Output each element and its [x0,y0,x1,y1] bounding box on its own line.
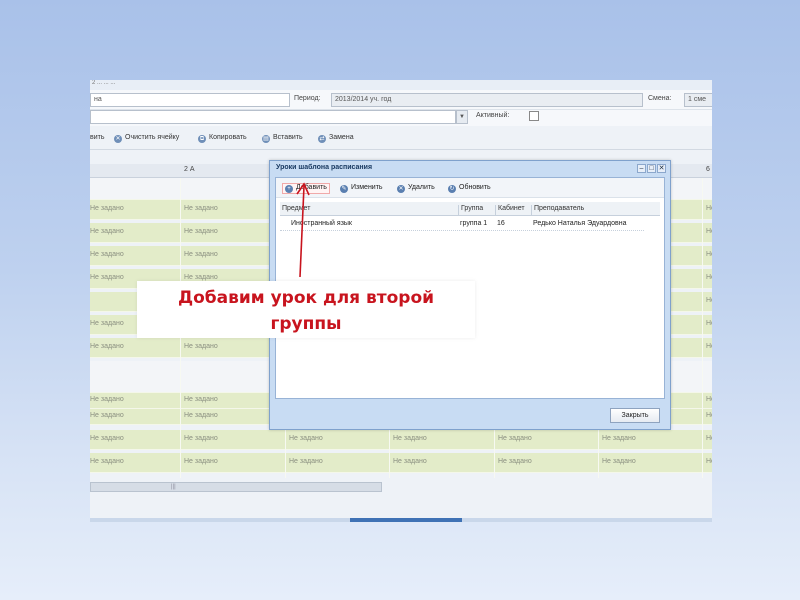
schedule-cell[interactable]: Не задано [90,228,124,235]
shift-label: Смена: [648,95,672,102]
schedule-cell[interactable]: Не [706,320,712,327]
window-caption-strip: 2 ... ... ... [90,80,712,90]
schedule-cell[interactable]: Не задано [184,205,218,212]
schedule-cell[interactable]: Не задано [90,205,124,212]
schedule-cell[interactable]: Не задано [184,251,218,258]
column-header-6[interactable]: 6 [706,166,710,173]
dialog-window-buttons: – □ ✕ [636,163,666,173]
schedule-cell[interactable]: Не задано [393,435,427,442]
schedule-cell[interactable]: Не задано [90,412,124,419]
schedule-cell[interactable]: Не задано [184,396,218,403]
bottom-tabs [90,518,712,522]
column-header-2a[interactable]: 2 А [184,166,195,173]
scroll-grip-icon: ||| [171,484,176,490]
table-row[interactable]: Иностранный язык группа 1 16 Редько Ната… [280,217,644,231]
dialog-delete-button[interactable]: ✕ Удалить [397,184,435,193]
replace-icon: ⇄ [318,135,326,143]
schedule-cell[interactable]: Не [706,396,712,403]
room-cell: 16 [497,220,505,227]
schedule-cell[interactable]: Не задано [90,320,124,327]
column-header-group[interactable]: Группа [458,205,495,216]
dialog-table-header: Предмет Группа Кабинет Преподаватель [280,202,660,216]
dialog-refresh-button[interactable]: ↻ Обновить [448,184,491,193]
period-label: Период: [294,95,321,102]
schedule-cell[interactable]: Не задано [602,458,636,465]
filter-row-2: ▼ Активный: [90,110,712,126]
maximize-icon[interactable]: □ [647,164,656,173]
minimize-icon[interactable]: – [637,164,646,173]
schedule-cell[interactable]: Не задано [184,435,218,442]
active-tab-indicator[interactable] [350,518,462,522]
schedule-cell[interactable]: Не [706,251,712,258]
schedule-cell[interactable]: Не задано [498,458,532,465]
horizontal-scrollbar[interactable]: ||| [90,482,382,492]
dialog-title: Уроки шаблона расписания [276,164,373,171]
schedule-cell[interactable]: Не задано [184,274,218,281]
callout-line-1: Добавим урок для второй [177,288,435,308]
dialog-toolbar: + Добавить ✎ Изменить ✕ Удалить ↻ Обновить [276,178,664,198]
paste-button[interactable]: ▤ Вставить [262,134,303,143]
window-caption: 2 ... ... ... [92,80,116,86]
refresh-icon: ↻ [448,185,456,193]
dialog-add-button[interactable]: + Добавить [282,183,330,194]
schedule-cell[interactable]: Не задано [90,251,124,258]
schedule-cell[interactable]: Не [706,297,712,304]
copy-button[interactable]: ⧉ Копировать [198,134,247,143]
schedule-cell[interactable]: Не задано [184,412,218,419]
table-row: Не задано Не задано Не задано Не задано … [90,453,712,473]
schedule-cell[interactable]: Не задано [90,274,124,281]
replace-button[interactable]: ⇄ Замена [318,134,354,143]
callout-line-2: группы [270,314,342,334]
schedule-cell[interactable]: Не [706,343,712,350]
teacher-cell: Редько Наталья Эдуардовна [533,220,627,227]
schedule-cell[interactable]: Не задано [498,435,532,442]
table-row: Не задано Не задано Не задано Не задано … [90,430,712,450]
close-icon[interactable]: ✕ [657,164,666,173]
schedule-cell[interactable]: Не задано [184,343,218,350]
schedule-cell[interactable]: Не задано [289,458,323,465]
close-button[interactable]: Закрыть [610,408,660,423]
schedule-cell[interactable]: Не задано [602,435,636,442]
copy-icon: ⧉ [198,135,206,143]
schedule-cell[interactable]: Не [706,274,712,281]
dialog-edit-button[interactable]: ✎ Изменить [340,184,383,193]
class-field[interactable] [90,110,456,124]
column-divider [702,178,703,478]
schedule-cell[interactable]: Не задано [184,458,218,465]
plus-icon: + [285,185,293,193]
subject-cell: Иностранный язык [291,220,352,227]
schedule-cell[interactable]: Не задано [90,343,124,350]
shift-field[interactable]: 1 сме [684,93,712,107]
delete-icon: ✕ [397,185,405,193]
name-field[interactable]: на [90,93,290,107]
group-cell: группа 1 [460,220,488,227]
schedule-cell[interactable]: Не [706,458,712,465]
schedule-cell[interactable]: Не [706,435,712,442]
chevron-down-icon[interactable]: ▼ [456,110,468,124]
schedule-cell[interactable]: Не задано [184,228,218,235]
pencil-icon: ✎ [340,185,348,193]
schedule-cell[interactable]: Не [706,205,712,212]
filter-row-1: на Период: 2013/2014 уч. год Смена: 1 см… [90,90,712,110]
schedule-cell[interactable]: Не задано [90,396,124,403]
add-button[interactable]: вить [90,134,104,141]
schedule-cell[interactable]: Не задано [90,435,124,442]
clear-cell-button[interactable]: ✕ Очистить ячейку [114,134,179,143]
schedule-cell[interactable]: Не задано [90,458,124,465]
main-toolbar: вить ✕ Очистить ячейку ⧉ Копировать ▤ Встав… [90,128,712,150]
schedule-cell[interactable]: Не задано [289,435,323,442]
schedule-cell[interactable]: Не задано [393,458,427,465]
schedule-cell[interactable]: Не [706,228,712,235]
active-checkbox[interactable] [529,111,539,121]
column-header-room[interactable]: Кабинет [495,205,531,216]
paste-icon: ▤ [262,135,270,143]
callout-text: Добавим урок для второй группы [137,285,475,337]
active-label: Активный: [476,112,510,119]
column-header-teacher[interactable]: Преподаватель [531,205,653,216]
period-field[interactable]: 2013/2014 уч. год [331,93,643,107]
clear-icon: ✕ [114,135,122,143]
schedule-cell[interactable]: Не [706,412,712,419]
instruction-callout: Добавим урок для второй группы [137,281,475,338]
column-header-subject[interactable]: Предмет [280,205,458,216]
